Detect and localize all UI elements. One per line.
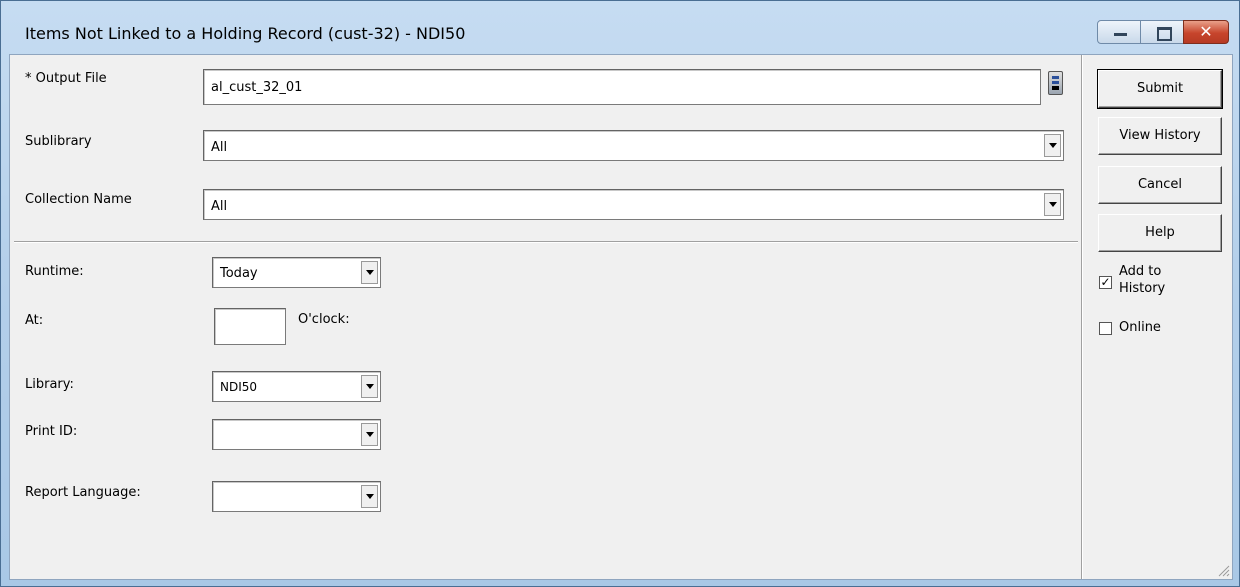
close-button[interactable]: ✕ — [1183, 20, 1229, 44]
section-divider — [14, 241, 1078, 242]
maximize-icon — [1157, 27, 1172, 41]
collection-name-value: All — [211, 199, 228, 214]
online-checkbox[interactable] — [1099, 322, 1112, 335]
output-file-label: * Output File — [25, 71, 107, 86]
resize-grip-icon[interactable] — [1216, 563, 1230, 577]
help-button[interactable]: Help — [1098, 214, 1222, 252]
library-value: NDI50 — [220, 380, 258, 394]
checkmark-icon: ✓ — [1100, 275, 1111, 289]
chevron-down-icon[interactable] — [361, 375, 378, 398]
file-browse-icon[interactable] — [1048, 71, 1063, 95]
window-title: Items Not Linked to a Holding Record (cu… — [25, 24, 466, 43]
runtime-value: Today — [220, 266, 258, 281]
chevron-down-icon[interactable] — [361, 261, 378, 284]
collection-name-select[interactable]: All — [203, 189, 1064, 220]
add-to-history-label: Add to History — [1119, 263, 1165, 297]
report-language-label: Report Language: — [25, 485, 141, 500]
at-time-input[interactable] — [214, 308, 286, 345]
add-to-history-label-line2: History — [1119, 281, 1166, 296]
window-controls: ✕ — [1097, 20, 1229, 44]
output-file-input[interactable]: al_cust_32_01 — [203, 69, 1041, 105]
dialog-window: Items Not Linked to a Holding Record (cu… — [0, 0, 1240, 587]
at-label: At: — [25, 313, 44, 328]
view-history-button[interactable]: View History — [1098, 117, 1222, 155]
dialog-body: * Output File al_cust_32_01 Sublibrary A… — [9, 54, 1233, 580]
chevron-down-icon[interactable] — [361, 485, 378, 508]
maximize-button[interactable] — [1140, 20, 1184, 44]
online-label: Online — [1119, 320, 1161, 335]
oclock-label: O'clock: — [298, 312, 350, 327]
title-bar[interactable]: Items Not Linked to a Holding Record (cu… — [1, 1, 1239, 53]
close-icon: ✕ — [1199, 22, 1213, 41]
submit-button[interactable]: Submit — [1097, 69, 1223, 109]
file-browse-icon-bar — [1052, 86, 1059, 90]
file-browse-icon-bar — [1052, 81, 1059, 84]
vertical-divider — [1081, 55, 1082, 579]
print-id-label: Print ID: — [25, 424, 78, 439]
runtime-label: Runtime: — [25, 264, 84, 279]
cancel-button[interactable]: Cancel — [1098, 166, 1222, 204]
minimize-button[interactable] — [1097, 20, 1141, 44]
collection-name-label: Collection Name — [25, 192, 132, 207]
chevron-down-icon[interactable] — [1044, 134, 1061, 157]
output-file-value: al_cust_32_01 — [211, 80, 303, 95]
print-id-select[interactable] — [212, 419, 381, 450]
report-language-select[interactable] — [212, 481, 381, 512]
file-browse-icon-bar — [1052, 76, 1059, 79]
sublibrary-label: Sublibrary — [25, 134, 92, 149]
minimize-icon — [1114, 33, 1127, 36]
library-label: Library: — [25, 377, 74, 392]
library-select[interactable]: NDI50 — [212, 371, 381, 402]
runtime-select[interactable]: Today — [212, 257, 381, 288]
chevron-down-icon[interactable] — [1044, 193, 1061, 216]
add-to-history-label-line1: Add to — [1119, 264, 1162, 279]
sublibrary-value: All — [211, 140, 228, 155]
add-to-history-checkbox[interactable]: ✓ — [1099, 276, 1112, 289]
chevron-down-icon[interactable] — [361, 423, 378, 446]
sublibrary-select[interactable]: All — [203, 130, 1064, 161]
